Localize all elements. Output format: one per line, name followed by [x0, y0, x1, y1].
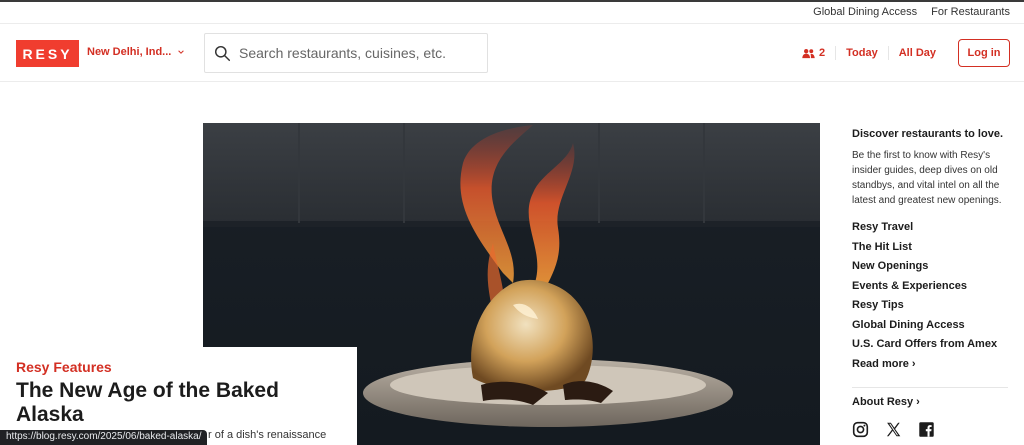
chevron-down-icon [178, 50, 185, 54]
sidebar-divider [852, 387, 1008, 388]
sidebar-link-new-openings[interactable]: New Openings [852, 257, 1012, 277]
sidebar-link-amex-offers[interactable]: U.S. Card Offers from Amex [852, 335, 1012, 355]
search-box[interactable] [204, 33, 488, 73]
about-resy-link[interactable]: About Resy › [852, 396, 1012, 408]
login-button[interactable]: Log in [958, 39, 1010, 67]
sidebar-title: Discover restaurants to love. [852, 128, 1004, 140]
date-value: Today [846, 47, 878, 59]
sidebar-link-resy-travel[interactable]: Resy Travel [852, 218, 1012, 238]
sidebar-links: Resy Travel The Hit List New Openings Ev… [852, 218, 1012, 374]
sidebar: Discover restaurants to love. Be the fir… [852, 128, 1012, 438]
time-selector[interactable]: All Day [889, 46, 946, 60]
feature-kicker[interactable]: Resy Features [16, 359, 341, 375]
resy-logo[interactable]: RESY [16, 40, 79, 67]
feature-headline[interactable]: The New Age of the Baked Alaska [16, 379, 316, 427]
sidebar-link-global-dining[interactable]: Global Dining Access [852, 316, 1012, 336]
social-links [852, 421, 1012, 438]
time-value: All Day [898, 47, 936, 59]
global-dining-access-link[interactable]: Global Dining Access [813, 6, 917, 18]
utility-bar: Global Dining Access For Restaurants [0, 2, 1024, 24]
reservation-controls: 2 Today All Day Log in [792, 39, 1010, 67]
for-restaurants-link[interactable]: For Restaurants [931, 6, 1010, 18]
search-icon [214, 45, 231, 61]
utility-links: Global Dining Access For Restaurants [813, 6, 1010, 18]
search-input[interactable] [239, 45, 469, 61]
sidebar-description: Be the first to know with Resy's insider… [852, 150, 1002, 206]
sidebar-link-events[interactable]: Events & Experiences [852, 277, 1012, 297]
date-selector[interactable]: Today [836, 46, 889, 60]
site-header: RESY New Delhi, Ind... 2 Today All Day L… [0, 24, 1024, 82]
status-bar-url: https://blog.resy.com/2025/06/baked-alas… [0, 430, 208, 445]
people-icon [802, 48, 815, 58]
instagram-icon[interactable] [852, 421, 869, 438]
sidebar-link-read-more[interactable]: Read more › [852, 355, 1012, 375]
x-icon[interactable] [885, 421, 902, 438]
feature-dek: r of a dish's renaissance [208, 429, 327, 441]
party-size-value: 2 [819, 47, 826, 59]
location-selector[interactable]: New Delhi, Ind... [87, 46, 185, 58]
sidebar-link-hit-list[interactable]: The Hit List [852, 238, 1012, 258]
party-size-selector[interactable]: 2 [792, 46, 837, 60]
facebook-icon[interactable] [918, 421, 935, 438]
sidebar-link-resy-tips[interactable]: Resy Tips [852, 296, 1012, 316]
location-label: New Delhi, Ind... [87, 46, 172, 58]
